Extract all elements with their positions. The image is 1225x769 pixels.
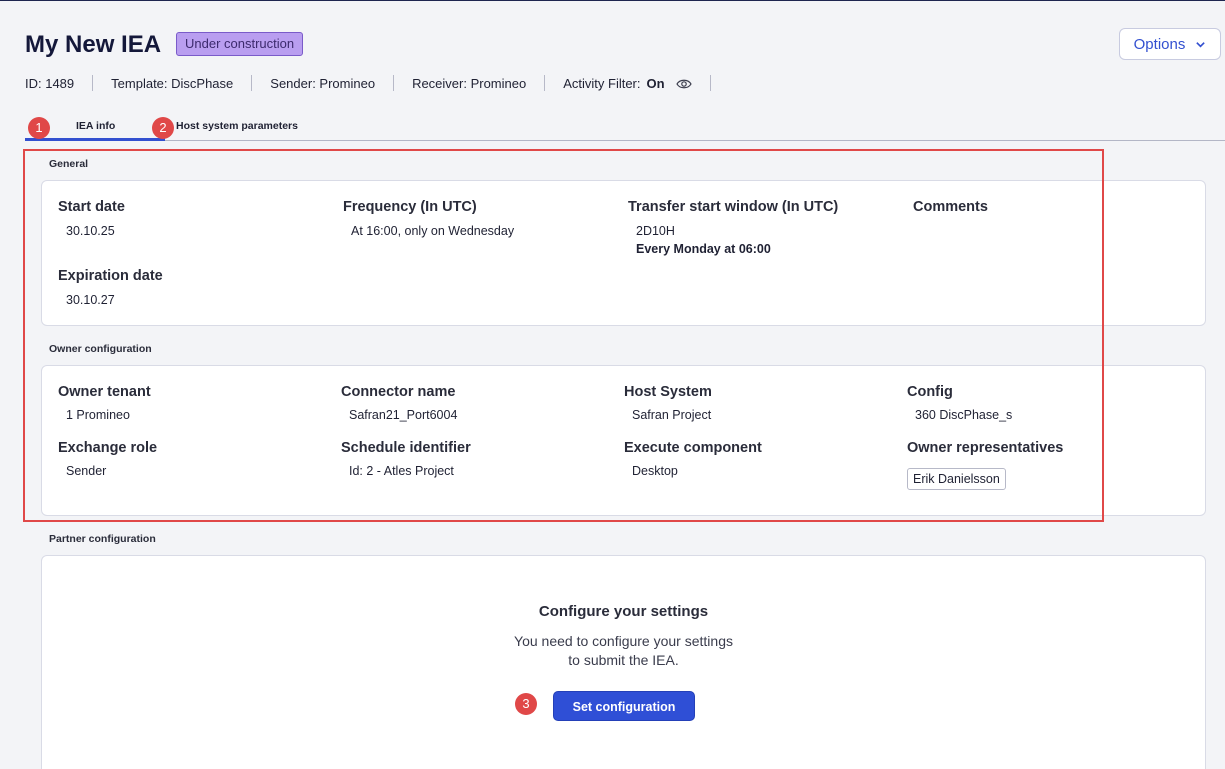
tab-host-system-parameters[interactable]: Host system parameters xyxy=(176,120,298,132)
tab-active-underline xyxy=(25,138,165,141)
meta-bar: ID: 1489 Template: DiscPhase Sender: Pro… xyxy=(25,75,729,91)
meta-receiver: Receiver: Promineo xyxy=(412,75,527,91)
tab-iea-info[interactable]: IEA info xyxy=(76,120,115,132)
eye-icon[interactable] xyxy=(676,78,692,90)
divider xyxy=(544,75,546,91)
meta-template: Template: DiscPhase xyxy=(111,75,234,91)
step-marker-3: 3 xyxy=(515,693,537,715)
tab-bar: IEA info Host system parameters xyxy=(25,113,1225,141)
set-configuration-button[interactable]: Set configuration xyxy=(553,691,695,721)
divider xyxy=(251,75,253,91)
empty-state-line-1: You need to configure your settings xyxy=(514,633,733,649)
options-label: Options xyxy=(1133,35,1186,53)
divider xyxy=(710,75,712,91)
options-button[interactable]: Options xyxy=(1119,28,1221,60)
empty-state-title: Configure your settings xyxy=(538,603,709,620)
meta-sender: Sender: Promineo xyxy=(270,75,376,91)
step-marker-1: 1 xyxy=(28,117,50,139)
divider xyxy=(393,75,395,91)
step-marker-2: 2 xyxy=(152,117,174,139)
empty-state-line-2: to submit the IEA. xyxy=(568,652,679,668)
meta-id: ID: 1489 xyxy=(25,75,75,91)
chevron-down-icon xyxy=(1196,41,1206,48)
partner-section-label: Partner configuration xyxy=(49,533,156,545)
activity-filter-value: On xyxy=(646,75,665,91)
divider xyxy=(92,75,94,91)
annotation-highlight-box xyxy=(23,149,1104,522)
activity-filter-label: Activity Filter: xyxy=(563,75,641,91)
page-title: My New IEA xyxy=(25,31,162,58)
status-badge: Under construction xyxy=(176,32,304,56)
partner-card: Configure your settings You need to conf… xyxy=(41,555,1206,769)
meta-activity-filter: Activity Filter: On xyxy=(563,76,710,91)
